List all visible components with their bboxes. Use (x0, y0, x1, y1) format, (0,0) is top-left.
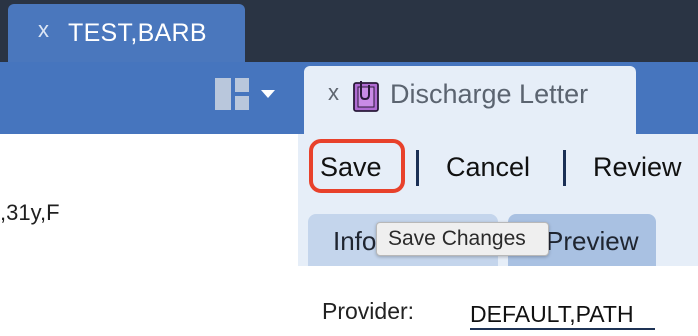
patient-tab-bar: x TEST,BARB (0, 0, 698, 62)
patient-tab[interactable]: x TEST,BARB (8, 4, 245, 62)
document-tab-title: Discharge Letter (390, 79, 589, 109)
tab-preview-label: Preview (546, 226, 639, 256)
close-document-tab-icon[interactable]: x (328, 82, 339, 104)
provider-field[interactable]: DEFAULT,PATH (470, 301, 634, 328)
action-separator (416, 150, 419, 186)
provider-label: Provider: (322, 298, 415, 324)
cancel-button[interactable]: Cancel (446, 151, 530, 183)
chevron-down-icon (261, 90, 275, 98)
review-button[interactable]: Review (593, 151, 682, 183)
document-action-bar: Save Cancel Review (298, 134, 698, 204)
save-tooltip: Save Changes (376, 222, 549, 256)
patient-demographics: ,31y,F (0, 200, 60, 225)
document-form: Provider: DEFAULT,PATH (298, 266, 698, 336)
layout-panel-icon-bottom (235, 96, 249, 110)
layout-panel-icon-top (235, 78, 249, 92)
provider-field-underline (470, 328, 655, 330)
action-separator (563, 150, 566, 186)
close-patient-tab-icon[interactable]: x (38, 19, 49, 41)
save-button[interactable]: Save (320, 151, 382, 183)
layout-toggle-button[interactable] (215, 78, 277, 114)
document-tab[interactable]: x Discharge Letter (304, 66, 636, 134)
patient-name: TEST,BARB (68, 19, 207, 47)
tab-info-label: Info (333, 226, 377, 256)
document-clip-icon (353, 81, 379, 112)
patient-banner-panel: ,31y,F (0, 134, 298, 336)
layout-panel-icon (215, 78, 231, 110)
